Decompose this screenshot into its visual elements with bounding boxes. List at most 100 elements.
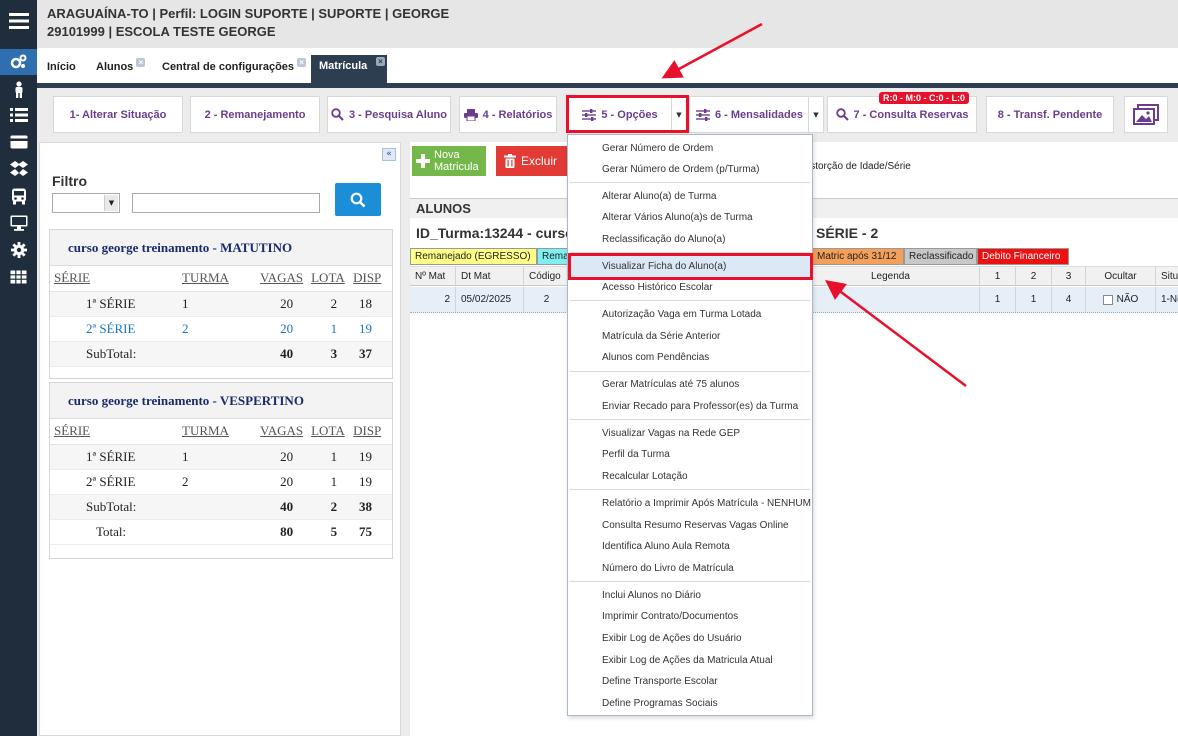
menu-item-acesso-historico[interactable]: Acesso Histórico Escolar [570,277,810,298]
side-icon-bar [0,0,37,736]
collapse-panel-icon[interactable]: « [382,148,396,161]
menu-item-matricula-serie-anterior[interactable]: Matrícula da Série Anterior [570,326,810,347]
cell-3: 4 [1052,287,1086,312]
nova-matricula-button[interactable]: Nova Matricula [412,146,486,176]
menu-icon[interactable] [0,8,37,34]
table-row[interactable]: 2ª SÉRIE 2 20 1 19 [50,316,392,342]
excluir-button[interactable]: Excluir [496,146,568,176]
tab-central-configuracoes[interactable]: Central de configurações × [154,56,307,83]
close-icon[interactable]: × [376,57,385,66]
tab-inicio[interactable]: Início [39,56,84,83]
filter-input[interactable] [132,193,320,213]
relatorios-button[interactable]: 4 - Relatórios [459,96,557,133]
col-nmat[interactable]: Nº Mat [410,267,456,285]
menu-item-autorizacao-vaga[interactable]: Autorização Vaga em Turma Lotada [570,304,810,325]
filter-select[interactable]: ▼ [52,193,120,213]
list-icon[interactable] [0,102,37,128]
person-icon[interactable] [0,76,37,102]
cell-disp: 19 [349,444,392,470]
menu-item-log-usuario[interactable]: Exibir Log de Ações do Usuário [570,628,810,649]
ocultar-checkbox[interactable] [1102,294,1113,305]
grid-icon[interactable] [0,264,37,290]
col-legenda[interactable]: Legenda [866,267,980,285]
menu-item-numero-livro[interactable]: Número do Livro de Matrícula [570,558,810,579]
cell-disp: 18 [349,291,392,317]
menu-item-perfil-turma[interactable]: Perfil da Turma [570,444,810,465]
menu-item-transporte-escolar[interactable]: Define Transporte Escolar [570,671,810,692]
images-icon [1133,103,1159,125]
col-disp[interactable]: DISP [349,419,392,445]
col-vagas[interactable]: VAGAS [256,419,308,445]
subtotal-label: SubTotal: [50,494,178,520]
menu-item-gerar-numero-ordem-turma[interactable]: Gerar Número de Ordem (p/Turma) [570,159,810,180]
col-dtmat[interactable]: Dt Mat [456,267,524,285]
menu-item-relatorio-imprimir[interactable]: Relatório a Imprimir Após Matrícula - NE… [570,493,811,514]
col-lota[interactable]: LOTA [307,419,350,445]
col-situacao[interactable]: Situa [1156,267,1178,285]
table-row[interactable]: 1ª SÉRIE 1 20 2 18 [50,291,392,317]
distorcao-link[interactable]: istorção de Idade/Série [808,161,911,172]
legend-remanejado: Remanejado [537,248,569,265]
menu-item-gerar-matriculas[interactable]: Gerar Matrículas até 75 alunos [570,374,810,395]
col-turma[interactable]: TURMA [178,419,256,445]
col-lota[interactable]: LOTA [307,266,350,292]
menu-item-consulta-resumo-reservas[interactable]: Consulta Resumo Reservas Vagas Online [570,515,810,536]
turno-vespertino-box: curso george treinamento - VESPERTINO SÉ… [49,382,393,559]
mensalidades-button[interactable]: 6 - Mensalidades [689,96,810,133]
chevron-down-icon: ▼ [104,195,118,211]
menu-item-enviar-recado[interactable]: Enviar Recado para Professor(es) da Turm… [570,396,810,417]
alterar-situacao-button[interactable]: 1- Alterar Situação [53,96,183,133]
menu-item-visualizar-ficha-aluno[interactable]: Visualizar Ficha do Aluno(a) [570,256,810,277]
col-vagas[interactable]: VAGAS [256,266,308,292]
gear-icon[interactable] [0,237,37,263]
col-1[interactable]: 1 [980,267,1016,285]
menu-item-alunos-pendencias[interactable]: Alunos com Pendências [570,347,810,368]
col-serie[interactable]: SÉRIE [50,266,178,292]
menu-item-inclui-alunos-diario[interactable]: Inclui Alunos no Diário [570,585,810,606]
col-ocultar[interactable]: Ocultar [1086,267,1156,285]
cell-situacao: 1-No [1161,294,1178,305]
menu-item-programas-sociais[interactable]: Define Programas Sociais [570,693,810,714]
tab-alunos[interactable]: Alunos × [88,56,146,83]
monitor-icon[interactable] [0,210,37,236]
table-row[interactable]: 1ª SÉRIE 1 20 1 19 [50,444,392,470]
dropbox-icon[interactable] [0,156,37,182]
menu-item-log-matricula[interactable]: Exibir Log de Ações da Matricula Atual [570,650,810,671]
tab-label: Alunos [96,61,134,73]
gallery-button[interactable] [1124,96,1168,133]
col-serie[interactable]: SÉRIE [50,419,178,445]
menu-item-imprimir-contrato[interactable]: Imprimir Contrato/Documentos [570,606,810,627]
transf-pendente-button[interactable]: 8 - Transf. Pendente [986,96,1114,133]
close-icon[interactable]: × [297,58,307,67]
close-icon[interactable]: × [136,58,146,67]
filter-search-button[interactable] [335,183,381,216]
col-turma[interactable]: TURMA [178,266,256,292]
subtotal-vagas: 40 [256,494,308,520]
card-icon[interactable] [0,129,37,155]
menu-item-recalcular-lotacao[interactable]: Recalcular Lotação [570,466,810,487]
col-2[interactable]: 2 [1016,267,1052,285]
mensalidades-dropdown-toggle[interactable]: ▼ [808,96,824,133]
menu-item-alterar-varios-alunos[interactable]: Alterar Vários Aluno(a)s de Turma [570,207,810,228]
caret-down-icon: ▼ [813,110,819,119]
menu-item-identifica-aluno-remota[interactable]: Identifica Aluno Aula Remota [570,536,810,557]
col-codigo[interactable]: Código [524,267,570,285]
menu-item-alterar-aluno-turma[interactable]: Alterar Aluno(a) de Turma [570,186,810,207]
col-3[interactable]: 3 [1052,267,1086,285]
pesquisa-aluno-button[interactable]: 3 - Pesquisa Aluno [327,96,451,133]
col-disp[interactable]: DISP [349,266,392,292]
menu-item-reclassificacao[interactable]: Reclassificação do Aluno(a) [570,229,810,250]
settings-group-icon[interactable] [0,49,37,75]
table-row[interactable]: 2ª SÉRIE 2 20 1 19 [50,469,392,495]
menu-item-gerar-numero-ordem[interactable]: Gerar Número de Ordem [570,138,810,159]
legend-debito-financeiro: Debito Financeiro [977,248,1069,265]
cell-nmat: 2 [410,287,456,312]
cell-serie: 2ª SÉRIE [50,316,178,342]
bus-icon[interactable] [0,183,37,209]
menu-item-visualizar-vagas-rede[interactable]: Visualizar Vagas na Rede GEP [570,423,810,444]
search-icon [835,108,849,121]
remanejamento-button[interactable]: 2 - Remanejamento [190,96,320,133]
opcoes-button[interactable]: 5 - Opções [567,96,673,133]
tab-matricula[interactable]: Matrícula × [311,55,387,83]
opcoes-dropdown-toggle[interactable]: ▼ [671,96,687,133]
